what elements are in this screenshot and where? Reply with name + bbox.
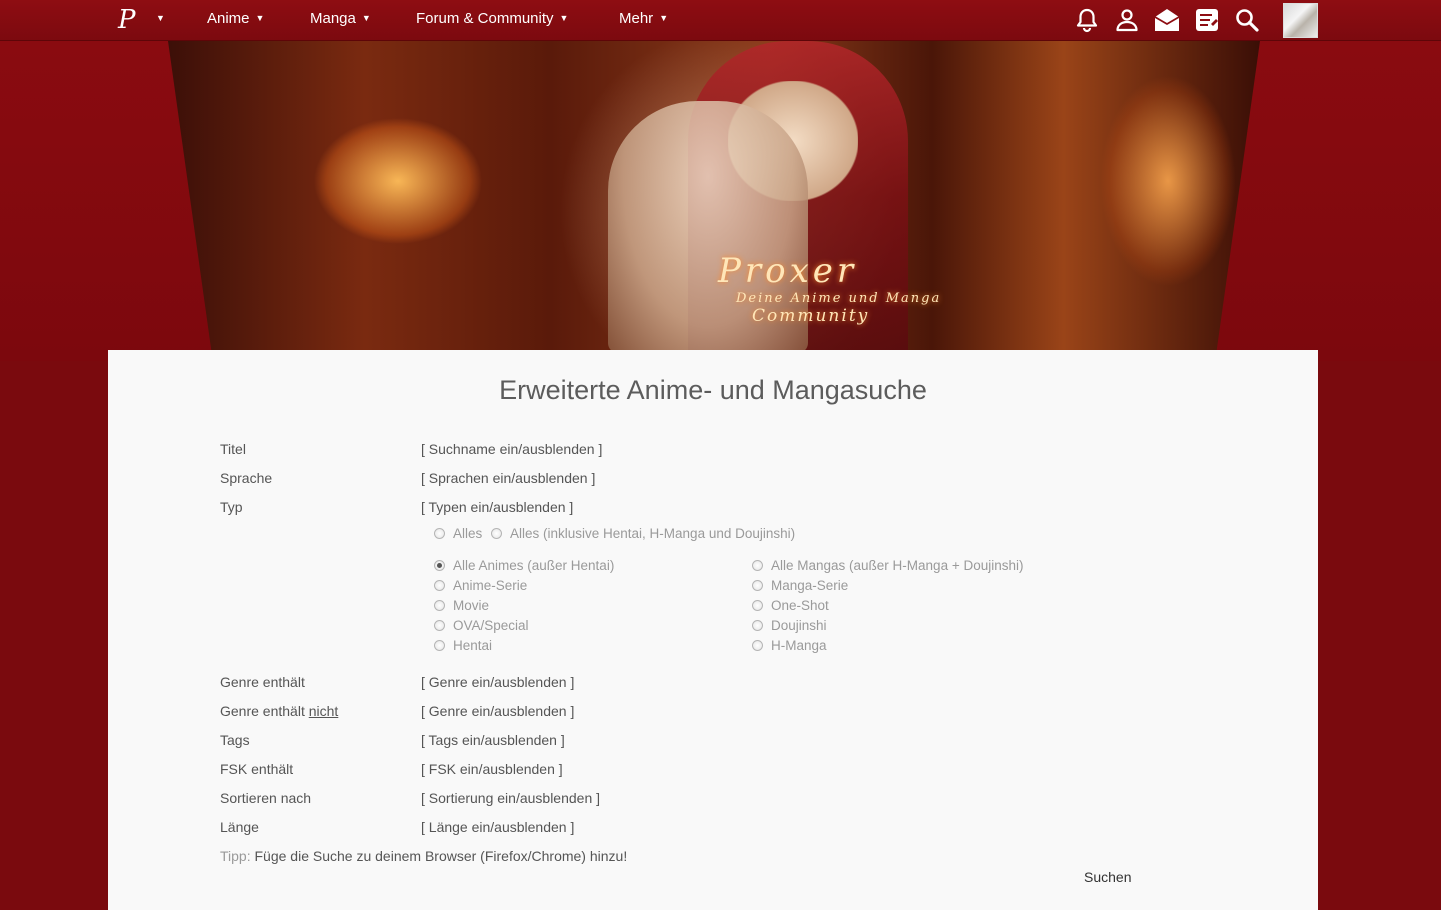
- envelope-icon[interactable]: [1153, 7, 1181, 33]
- radio-one-shot[interactable]: One-Shot: [752, 598, 829, 613]
- nav-item-label: Forum & Community: [416, 10, 554, 27]
- radio-label: Alle Animes (außer Hentai): [453, 558, 615, 573]
- logo-dropdown-caret-icon[interactable]: ▼: [156, 13, 165, 23]
- radio-label: Manga-Serie: [771, 578, 849, 593]
- search-panel: Erweiterte Anime- und Mangasuche Titel […: [108, 350, 1318, 910]
- field-label-underlined: nicht: [308, 703, 339, 719]
- nav-item-forum-community[interactable]: Forum & Community ▼: [416, 10, 568, 27]
- radio-circle[interactable]: [434, 600, 445, 611]
- nav-item-mehr[interactable]: Mehr ▼: [619, 10, 668, 27]
- site-logo[interactable]: P: [118, 5, 146, 35]
- field-label-sortieren: Sortieren nach: [220, 790, 312, 806]
- search-button[interactable]: Suchen: [1084, 869, 1131, 885]
- field-label-text: Genre enthält: [220, 703, 305, 719]
- radio-circle[interactable]: [434, 528, 445, 539]
- toggle-titel[interactable]: [ Suchname ein/ausblenden ]: [421, 441, 602, 457]
- radio-manga-serie[interactable]: Manga-Serie: [752, 578, 848, 593]
- caret-down-icon: ▼: [559, 13, 569, 23]
- toggle-genre-nicht[interactable]: [ Genre ein/ausblenden ]: [421, 703, 574, 719]
- nav-item-label: Mehr: [619, 10, 654, 27]
- radio-alles-inklusive[interactable]: Alles (inklusive Hentai, H-Manga und Dou…: [491, 526, 795, 541]
- banner-brand-logo: Proxer Deine Anime und Manga Community: [718, 251, 941, 326]
- radio-label: OVA/Special: [453, 618, 529, 633]
- field-label-genre-enthaelt: Genre enthält: [220, 674, 305, 690]
- toggle-sortierung[interactable]: [ Sortierung ein/ausblenden ]: [421, 790, 600, 806]
- toggle-tags[interactable]: [ Tags ein/ausblenden ]: [421, 732, 565, 748]
- radio-alle-animes[interactable]: Alle Animes (außer Hentai): [434, 558, 614, 573]
- radio-label: H-Manga: [771, 638, 827, 653]
- radio-label: Anime-Serie: [453, 578, 528, 593]
- caret-down-icon: ▼: [361, 13, 371, 23]
- toggle-laenge[interactable]: [ Länge ein/ausblenden ]: [421, 819, 574, 835]
- nav-item-manga[interactable]: Manga ▼: [310, 10, 371, 27]
- toggle-sprache[interactable]: [ Sprachen ein/ausblenden ]: [421, 470, 595, 486]
- news-icon[interactable]: [1194, 7, 1220, 33]
- radio-label: Doujinshi: [771, 618, 827, 633]
- header-banner-image: Proxer Deine Anime und Manga Community: [168, 41, 1260, 353]
- radio-doujinshi[interactable]: Doujinshi: [752, 618, 827, 633]
- banner-tagline: Deine Anime und Manga: [736, 291, 942, 306]
- field-label-typ: Typ: [220, 499, 243, 515]
- radio-circle[interactable]: [434, 580, 445, 591]
- radio-ova-special[interactable]: OVA/Special: [434, 618, 529, 633]
- radio-label: Alles: [453, 526, 483, 541]
- caret-down-icon: ▼: [255, 13, 265, 23]
- radio-circle[interactable]: [434, 620, 445, 631]
- toggle-genre[interactable]: [ Genre ein/ausblenden ]: [421, 674, 574, 690]
- banner-tagline-community: Community: [752, 306, 870, 326]
- page-title: Erweiterte Anime- und Mangasuche: [499, 375, 927, 405]
- field-label-sprache: Sprache: [220, 470, 273, 486]
- nav-item-label: Manga: [310, 10, 356, 27]
- toggle-fsk[interactable]: [ FSK ein/ausblenden ]: [421, 761, 563, 777]
- radio-h-manga[interactable]: H-Manga: [752, 638, 827, 653]
- radio-label: Alle Mangas (außer H-Manga + Doujinshi): [771, 558, 1024, 573]
- radio-alles[interactable]: Alles: [434, 526, 482, 541]
- field-label-genre-enthaelt-nicht: Genre enthält nicht: [220, 703, 338, 719]
- radio-circle[interactable]: [752, 580, 763, 591]
- tip-text[interactable]: Füge die Suche zu deinem Browser (Firefo…: [255, 848, 628, 864]
- radio-alle-mangas[interactable]: Alle Mangas (außer H-Manga + Doujinshi): [752, 558, 1024, 573]
- radio-label: Hentai: [453, 638, 493, 653]
- radio-movie[interactable]: Movie: [434, 598, 489, 613]
- radio-circle[interactable]: [752, 600, 763, 611]
- radio-label: Alles (inklusive Hentai, H-Manga und Dou…: [510, 526, 796, 541]
- nav-item-anime[interactable]: Anime ▼: [207, 10, 264, 27]
- field-label-fsk: FSK enthält: [220, 761, 294, 777]
- top-navigation-bar: P ▼ Anime ▼ Manga ▼ Forum & Community ▼ Meh…: [0, 0, 1441, 41]
- radio-anime-serie[interactable]: Anime-Serie: [434, 578, 527, 593]
- radio-circle[interactable]: [491, 528, 502, 539]
- banner-brand-name: Proxer: [718, 251, 858, 291]
- radio-circle[interactable]: [434, 640, 445, 651]
- radio-hentai[interactable]: Hentai: [434, 638, 492, 653]
- nav-item-label: Anime: [207, 10, 250, 27]
- radio-circle-selected[interactable]: [434, 560, 445, 571]
- tip-label: Tipp:: [220, 848, 251, 864]
- user-icon[interactable]: [1114, 7, 1140, 33]
- field-label-tags: Tags: [220, 732, 250, 748]
- field-label-laenge: Länge: [220, 819, 259, 835]
- field-label-titel: Titel: [220, 441, 246, 457]
- bell-icon[interactable]: [1074, 7, 1100, 33]
- caret-down-icon: ▼: [659, 13, 669, 23]
- radio-label: Movie: [453, 598, 490, 613]
- radio-circle[interactable]: [752, 560, 763, 571]
- browser-search-tip: Tipp: Füge die Suche zu deinem Browser (…: [220, 848, 627, 864]
- toggle-typ[interactable]: [ Typen ein/ausblenden ]: [421, 499, 573, 515]
- user-avatar[interactable]: [1283, 3, 1318, 38]
- search-icon[interactable]: [1234, 7, 1260, 33]
- radio-circle[interactable]: [752, 640, 763, 651]
- radio-label: One-Shot: [771, 598, 829, 613]
- radio-circle[interactable]: [752, 620, 763, 631]
